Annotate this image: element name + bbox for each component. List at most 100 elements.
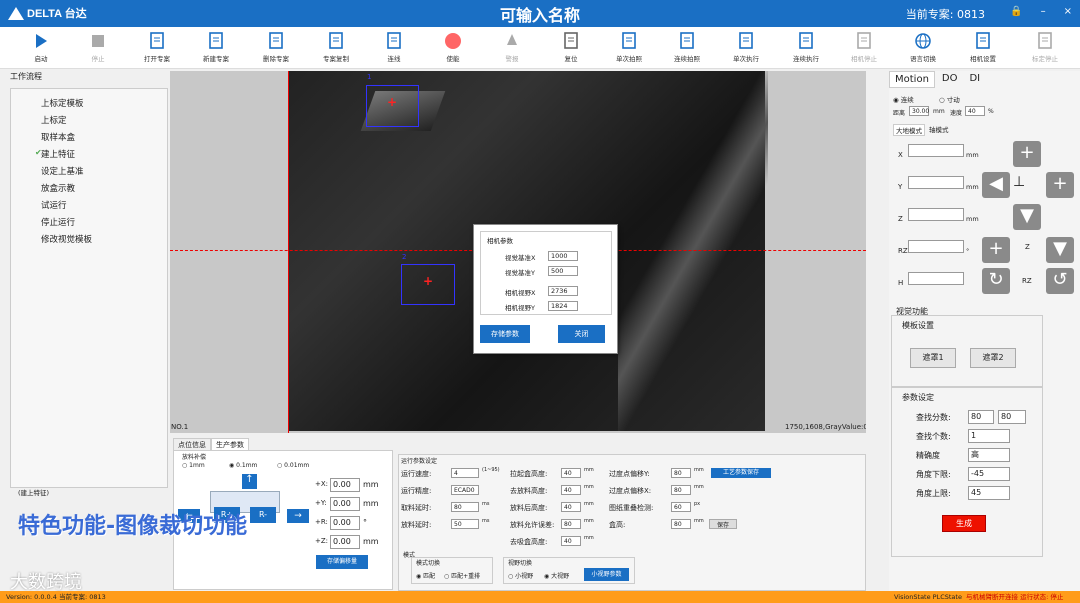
toolbar-button-single-run[interactable]: 单次执行 [721, 31, 771, 63]
toolbar-button-camera-stop[interactable]: 相机停止 [839, 31, 889, 63]
param-input[interactable]: -45 [968, 467, 1010, 481]
step-radio[interactable]: ○ 0.01mm [277, 462, 309, 469]
move-down-button[interactable]: ▼ [1013, 204, 1041, 230]
run-param-input[interactable]: ECAD0 [451, 485, 479, 495]
toolbar-button-globe[interactable]: 语言切换 [898, 31, 948, 63]
dialog-param-input[interactable]: 500 [548, 266, 578, 276]
run-param-input[interactable]: 4 [451, 468, 479, 478]
tab-di[interactable]: DI [964, 71, 985, 88]
run-param-input[interactable]: 80 [671, 468, 691, 478]
axis-position-input[interactable] [908, 272, 964, 285]
run-param-input[interactable]: 80 [451, 502, 479, 512]
param-input[interactable]: 高 [968, 448, 1010, 462]
z-up-button[interactable]: + [982, 237, 1010, 263]
param-input-2[interactable]: 80 [998, 410, 1026, 424]
toolbar-button-reset[interactable]: 复位 [546, 31, 596, 63]
axis-offset-input[interactable]: 0.00 [330, 516, 360, 530]
rotate-plus-button[interactable]: R- [250, 507, 276, 523]
right-arrow-button[interactable]: → [287, 509, 309, 523]
up-arrow-button[interactable]: ↑ [242, 474, 257, 489]
save-params-button[interactable]: 存储参数 [480, 325, 530, 343]
workflow-item[interactable]: 停止运行 [15, 216, 163, 233]
axis-position-input[interactable] [908, 208, 964, 221]
dialog-param-input[interactable]: 1000 [548, 251, 578, 261]
tab-axis-mode[interactable]: 轴模式 [929, 124, 949, 134]
param-input[interactable]: 1 [968, 429, 1010, 443]
speed-input[interactable]: 40 [965, 106, 985, 116]
workflow-item[interactable]: 上标定 [15, 114, 163, 131]
toolbar-button-alarm[interactable]: 警报 [487, 31, 537, 63]
jog-radio[interactable]: ○ 寸动 [939, 94, 960, 104]
run-param-input[interactable]: 40 [561, 502, 581, 512]
dialog-param-input[interactable]: 1824 [548, 301, 578, 311]
crosshair-vertical [288, 71, 289, 433]
run-param-input[interactable]: 50 [451, 519, 479, 529]
param-input[interactable]: 45 [968, 486, 1010, 500]
move-up-button[interactable]: + [1013, 141, 1041, 167]
save-craft-params-button[interactable]: 工艺参数保存 [711, 468, 771, 478]
toolbar-button-calib-stop[interactable]: 标定停止 [1020, 31, 1070, 63]
lock-icon[interactable]: 🔒 [1010, 6, 1022, 17]
param-input[interactable]: 80 [968, 410, 994, 424]
toolbar-button-stop[interactable]: 停止 [73, 31, 123, 63]
toolbar-button-play[interactable]: 启动 [16, 31, 66, 63]
toolbar-button-open-doc[interactable]: 打开专案 [132, 31, 182, 63]
mode-match-rearrange-radio[interactable]: ○ 匹配+重排 [444, 571, 480, 580]
z-down-button[interactable]: ▼ [1046, 237, 1074, 263]
tab-world-mode[interactable]: 大地模式 [893, 124, 925, 136]
run-param-input[interactable]: 80 [671, 485, 691, 495]
move-left-button[interactable]: ◀ [982, 172, 1010, 198]
distance-input[interactable]: 30.00 [909, 106, 929, 116]
toolbar-button-copy-doc[interactable]: 专案复制 [311, 31, 361, 63]
step-radio[interactable]: ◉ 0.1mm [229, 462, 257, 469]
tab-motion[interactable]: Motion [889, 71, 935, 88]
toolbar-button-continuous-run[interactable]: 连续执行 [781, 31, 831, 63]
dialog-param-input[interactable]: 2736 [548, 286, 578, 296]
toolbar-button-continuous-shot[interactable]: 连续拍照 [662, 31, 712, 63]
run-param-input[interactable]: 40 [561, 536, 581, 546]
toolbar-button-single-shot[interactable]: 单次拍照 [604, 31, 654, 63]
workflow-item[interactable]: 放盒示教 [15, 182, 163, 199]
run-param-input[interactable]: 40 [561, 485, 581, 495]
small-view-params-button[interactable]: 小视野参数 [584, 568, 629, 581]
axis-offset-input[interactable]: 0.00 [330, 478, 360, 492]
generate-button[interactable]: 生成 [942, 515, 986, 532]
workflow-item[interactable]: 上标定模板 [15, 97, 163, 114]
rotate-ccw-button[interactable]: ↻ [982, 268, 1010, 294]
run-param-input[interactable]: 80 [671, 519, 691, 529]
workflow-item[interactable]: 试运行 [15, 199, 163, 216]
mode-match-radio[interactable]: ◉ 匹配 [416, 571, 435, 580]
large-view-radio[interactable]: ◉ 大视野 [544, 571, 569, 580]
toolbar-button-new-doc[interactable]: 新建专案 [191, 31, 241, 63]
minimize-button[interactable]: – [1041, 6, 1046, 17]
continuous-radio[interactable]: ◉ 连续 [893, 94, 914, 104]
run-param-input[interactable]: 80 [561, 519, 581, 529]
toolbar-button-connect[interactable]: 连线 [369, 31, 419, 63]
workflow-item[interactable]: 设定上基准 [15, 165, 163, 182]
mask2-button[interactable]: 遮罩2 [970, 348, 1016, 368]
move-right-button[interactable]: + [1046, 172, 1074, 198]
axis-position-input[interactable] [908, 176, 964, 189]
axis-position-input[interactable] [908, 240, 964, 253]
tab-do[interactable]: DO [937, 71, 963, 88]
save-small-button[interactable]: 保存 [709, 519, 737, 529]
mask1-button[interactable]: 遮罩1 [910, 348, 956, 368]
rotate-cw-button[interactable]: ↺ [1046, 268, 1074, 294]
axis-offset-input[interactable]: 0.00 [330, 535, 360, 549]
axis-position-input[interactable] [908, 144, 964, 157]
run-param-input[interactable]: 40 [561, 468, 581, 478]
small-view-radio[interactable]: ○ 小视野 [508, 571, 533, 580]
workflow-item[interactable]: ✔ 建上特征 [15, 148, 163, 165]
workflow-item[interactable]: 取样本盒 [15, 131, 163, 148]
axis-offset-input[interactable]: 0.00 [330, 497, 360, 511]
toolbar-button-enable[interactable]: 使能 [428, 31, 478, 63]
close-dialog-button[interactable]: 关闭 [558, 325, 605, 343]
step-radio[interactable]: ○ 1mm [182, 462, 205, 469]
workflow-item[interactable]: 修改视觉模板 [15, 233, 163, 250]
z-label: Z [1025, 243, 1030, 251]
close-button[interactable]: × [1064, 6, 1072, 17]
run-param-input[interactable]: 60 [671, 502, 691, 512]
toolbar-button-camera-settings[interactable]: 相机设置 [958, 31, 1008, 63]
toolbar-button-delete-doc[interactable]: 删除专案 [251, 31, 301, 63]
save-offset-button[interactable]: 存储偏移量 [316, 555, 368, 569]
